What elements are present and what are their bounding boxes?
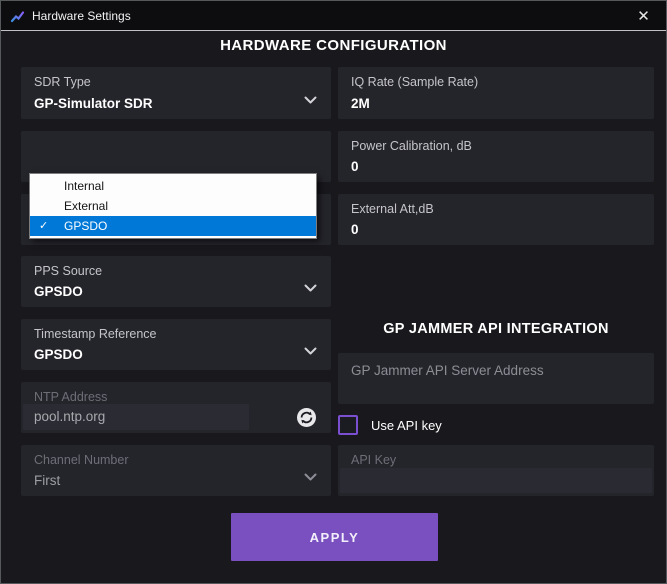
sdr-type-value: GP-Simulator SDR: [34, 96, 153, 111]
use-api-key-row: Use API key: [338, 414, 442, 436]
pps-source-value: GPSDO: [34, 284, 83, 299]
chevron-down-icon: [304, 347, 317, 356]
menu-item-internal[interactable]: Internal: [30, 176, 316, 196]
iq-rate-value: 2M: [351, 96, 370, 111]
iq-rate-label: IQ Rate (Sample Rate): [351, 75, 479, 89]
timestamp-reference-select[interactable]: Timestamp Reference GPSDO: [21, 319, 331, 370]
channel-number-label: Channel Number: [34, 453, 129, 467]
close-icon: ✕: [637, 7, 650, 25]
api-server-address-placeholder: GP Jammer API Server Address: [351, 363, 544, 378]
channel-number-value: First: [34, 473, 61, 488]
power-calibration-value: 0: [351, 159, 359, 174]
external-att-input[interactable]: External Att,dB 0: [338, 194, 654, 245]
use-api-key-label: Use API key: [371, 417, 442, 433]
chevron-down-icon: [304, 284, 317, 293]
iq-rate-input[interactable]: IQ Rate (Sample Rate) 2M: [338, 67, 654, 119]
power-calibration-label: Power Calibration, dB: [351, 139, 472, 153]
sync-refresh-icon[interactable]: [296, 407, 317, 428]
menu-item-gpsdo[interactable]: ✓ GPSDO: [30, 216, 316, 236]
ntp-address-input: pool.ntp.org: [23, 404, 249, 430]
api-key-field: API Key: [338, 445, 654, 496]
api-key-input: [340, 468, 652, 493]
power-calibration-input[interactable]: Power Calibration, dB 0: [338, 131, 654, 182]
api-key-label: API Key: [351, 453, 397, 467]
chevron-down-icon: [304, 96, 317, 105]
external-att-label: External Att,dB: [351, 202, 434, 216]
pps-source-label: PPS Source: [34, 264, 103, 278]
pps-source-select[interactable]: PPS Source GPSDO: [21, 256, 331, 307]
hardware-settings-dialog: Hardware Settings ✕ HARDWARE CONFIGURATI…: [0, 0, 667, 584]
ntp-address-value: pool.ntp.org: [34, 409, 106, 424]
channel-number-select: Channel Number First: [21, 445, 331, 496]
sdr-type-label: SDR Type: [34, 75, 91, 89]
external-att-value: 0: [351, 222, 359, 237]
window-title: Hardware Settings: [32, 9, 131, 23]
apply-button[interactable]: APPLY: [231, 513, 438, 561]
use-api-key-checkbox[interactable]: [338, 415, 358, 435]
app-signal-icon: [10, 9, 25, 24]
title-bar: Hardware Settings ✕: [1, 1, 666, 31]
ntp-address-field: NTP Address pool.ntp.org: [21, 382, 331, 433]
checkmark-icon: ✓: [39, 220, 49, 232]
reference-clock-dropdown-menu: Internal External ✓ GPSDO: [29, 173, 317, 239]
api-integration-heading: GP JAMMER API INTEGRATION: [383, 321, 609, 337]
chevron-down-icon: [304, 473, 317, 482]
page-title: HARDWARE CONFIGURATION: [220, 37, 447, 54]
sdr-type-select[interactable]: SDR Type GP-Simulator SDR: [21, 67, 331, 119]
ntp-address-label: NTP Address: [34, 390, 108, 404]
close-button[interactable]: ✕: [621, 1, 666, 30]
timestamp-reference-value: GPSDO: [34, 347, 83, 362]
api-server-address-input[interactable]: GP Jammer API Server Address: [338, 353, 654, 404]
menu-item-external[interactable]: External: [30, 196, 316, 216]
timestamp-reference-label: Timestamp Reference: [34, 327, 157, 341]
